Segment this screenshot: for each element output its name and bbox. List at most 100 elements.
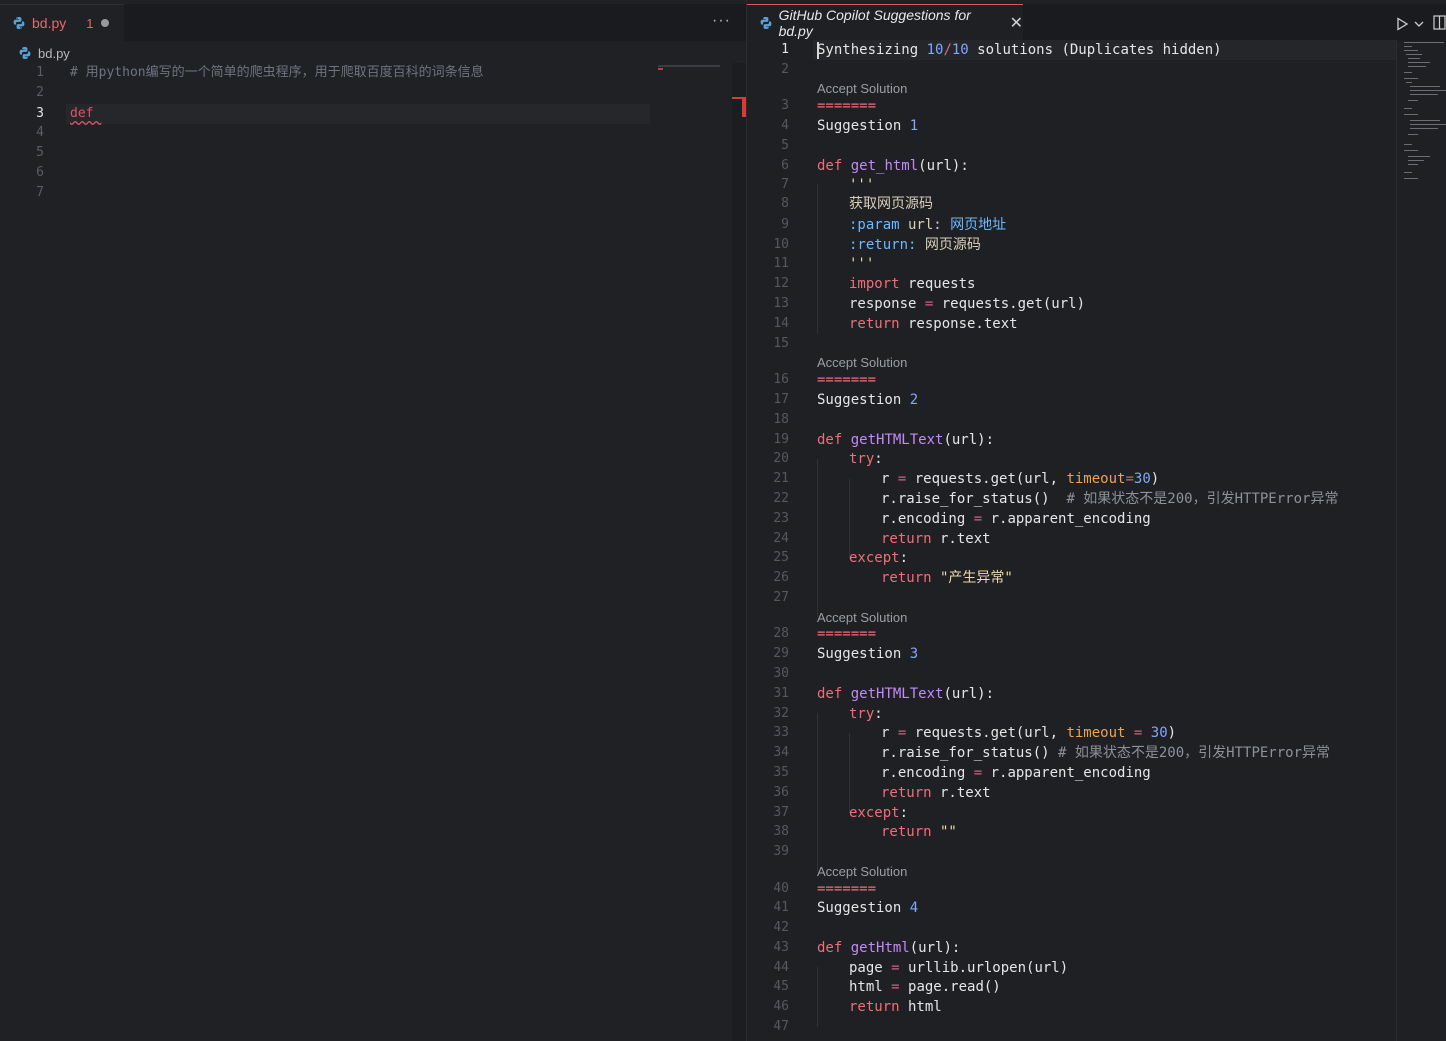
- code-text: return html: [849, 999, 942, 1015]
- line-number: 6: [36, 165, 44, 180]
- suggestion-heading: Suggestion 1: [817, 118, 919, 134]
- unsaved-dot-icon[interactable]: [101, 19, 110, 27]
- line-number: 41: [773, 900, 789, 915]
- line-number: 5: [781, 138, 789, 153]
- line-number: 10: [773, 237, 789, 252]
- tab-bd-py[interactable]: bd.py 1: [0, 4, 124, 41]
- python-file-icon: [18, 46, 32, 60]
- python-file-icon: [759, 16, 773, 30]
- line-number: 7: [781, 177, 789, 192]
- code-line: 3 def: [0, 104, 746, 124]
- code-line: 4: [0, 123, 746, 143]
- line-number: 2: [781, 62, 789, 77]
- line-number: 1: [781, 42, 789, 57]
- line-number: 37: [773, 805, 789, 820]
- line-number: 22: [773, 491, 789, 506]
- minimap[interactable]: [1404, 40, 1446, 190]
- code-line: 1 # 用python编写的一个简单的爬虫程序，用于爬取百度百科的词条信息: [0, 63, 746, 83]
- minimap[interactable]: [656, 63, 726, 73]
- line-number: 31: [773, 686, 789, 701]
- right-editor-group: GitHub Copilot Suggestions for bd.py ✕ 1…: [747, 0, 1446, 1041]
- suggestion-heading: Suggestion 2: [817, 392, 919, 408]
- tab-label: GitHub Copilot Suggestions for bd.py: [778, 7, 971, 39]
- line-number: 12: [773, 276, 789, 291]
- more-actions-button[interactable]: ···: [712, 12, 731, 30]
- code-text: return r.text: [881, 531, 991, 547]
- line-number: 13: [773, 296, 789, 311]
- line-number: 3: [36, 106, 44, 121]
- line-number: 4: [36, 125, 44, 140]
- code-text: :param url: 网页地址: [849, 217, 1007, 233]
- python-file-icon: [12, 16, 26, 30]
- line-number: 40: [773, 881, 789, 896]
- code-text: return "": [881, 824, 957, 840]
- right-tab-bar: GitHub Copilot Suggestions for bd.py ✕: [747, 4, 1446, 41]
- code-text: def get_html(url):: [817, 158, 969, 174]
- line-number: 33: [773, 725, 789, 740]
- code-line: 7: [0, 183, 746, 203]
- close-icon[interactable]: ✕: [1010, 13, 1023, 33]
- code-text: import requests: [849, 276, 976, 292]
- split-editor-icon[interactable]: [1433, 15, 1446, 34]
- line-number: 11: [773, 256, 789, 271]
- code-text: def getHTMLText(url):: [817, 432, 995, 448]
- chevron-down-icon[interactable]: [1414, 16, 1424, 35]
- code-text: r = requests.get(url, timeout = 30): [881, 725, 1177, 741]
- line-number: 43: [773, 940, 789, 955]
- code-text: def getHtml(url):: [817, 940, 961, 956]
- code-text: return "产生异常": [881, 570, 1013, 586]
- line-number: 44: [773, 960, 789, 975]
- line-number: 16: [773, 372, 789, 387]
- code-text: r.raise_for_status() # 如果状态不是200，引发HTTPE…: [881, 491, 1339, 507]
- line-number: 14: [773, 316, 789, 331]
- line-number: 46: [773, 999, 789, 1014]
- line-number: 39: [773, 844, 789, 859]
- line-number: 18: [773, 412, 789, 427]
- code-comment: # 用python编写的一个简单的爬虫程序，用于爬取百度百科的词条信息: [70, 65, 484, 80]
- code-line: 5: [0, 143, 746, 163]
- line-number: 1: [36, 65, 44, 80]
- line-number: 5: [36, 145, 44, 160]
- tab-label: bd.py: [32, 15, 67, 31]
- line-number: 8: [781, 196, 789, 211]
- line-number: 30: [773, 666, 789, 681]
- code-line: 1 Synthesizing 10/10 solutions (Duplicat…: [747, 40, 1407, 60]
- line-number: 21: [773, 471, 789, 486]
- code-text: response = requests.get(url): [849, 296, 1086, 312]
- vscode-window: bd.py 1 ··· bd.py 1 # 用python编写的一个简单的爬虫程…: [0, 0, 1446, 1041]
- line-number: 7: [36, 185, 44, 200]
- line-number: 28: [773, 626, 789, 641]
- line-number: 15: [773, 336, 789, 351]
- code-text: try:: [849, 451, 883, 467]
- left-tab-bar: bd.py 1 ···: [0, 4, 746, 41]
- line-number: 47: [773, 1019, 789, 1034]
- separator: =======: [817, 98, 877, 114]
- line-number: 29: [773, 646, 789, 661]
- run-python-file-icon[interactable]: [1395, 16, 1409, 35]
- vertical-scrollbar[interactable]: [1396, 40, 1397, 1041]
- vertical-scrollbar[interactable]: [732, 63, 746, 1041]
- breadcrumb-file[interactable]: bd.py: [38, 46, 70, 61]
- code-text: try:: [849, 706, 883, 722]
- code-text: html = page.read(): [849, 979, 1001, 995]
- synthesizing-status: Synthesizing 10/10 solutions (Duplicates…: [817, 42, 1222, 58]
- code-text: 获取网页源码: [849, 196, 933, 212]
- line-number: 2: [36, 85, 44, 100]
- line-number: 45: [773, 979, 789, 994]
- line-number: 35: [773, 765, 789, 780]
- line-number: 20: [773, 451, 789, 466]
- code-text: ''': [849, 177, 875, 193]
- code-text: r.encoding = r.apparent_encoding: [881, 511, 1151, 527]
- left-editor-group: bd.py 1 ··· bd.py 1 # 用python编写的一个简单的爬虫程…: [0, 0, 746, 1041]
- tab-copilot-suggestions[interactable]: GitHub Copilot Suggestions for bd.py ✕: [747, 4, 1023, 41]
- line-number: 19: [773, 432, 789, 447]
- line-number: 26: [773, 570, 789, 585]
- code-text: ''': [849, 256, 875, 272]
- separator: =======: [817, 372, 877, 388]
- code-text: page = urllib.urlopen(url): [849, 960, 1069, 976]
- code-text: except:: [849, 805, 909, 821]
- line-number: 6: [781, 158, 789, 173]
- breadcrumb: bd.py: [18, 43, 70, 63]
- line-number: 4: [781, 118, 789, 133]
- suggestion-heading: Suggestion 3: [817, 646, 919, 662]
